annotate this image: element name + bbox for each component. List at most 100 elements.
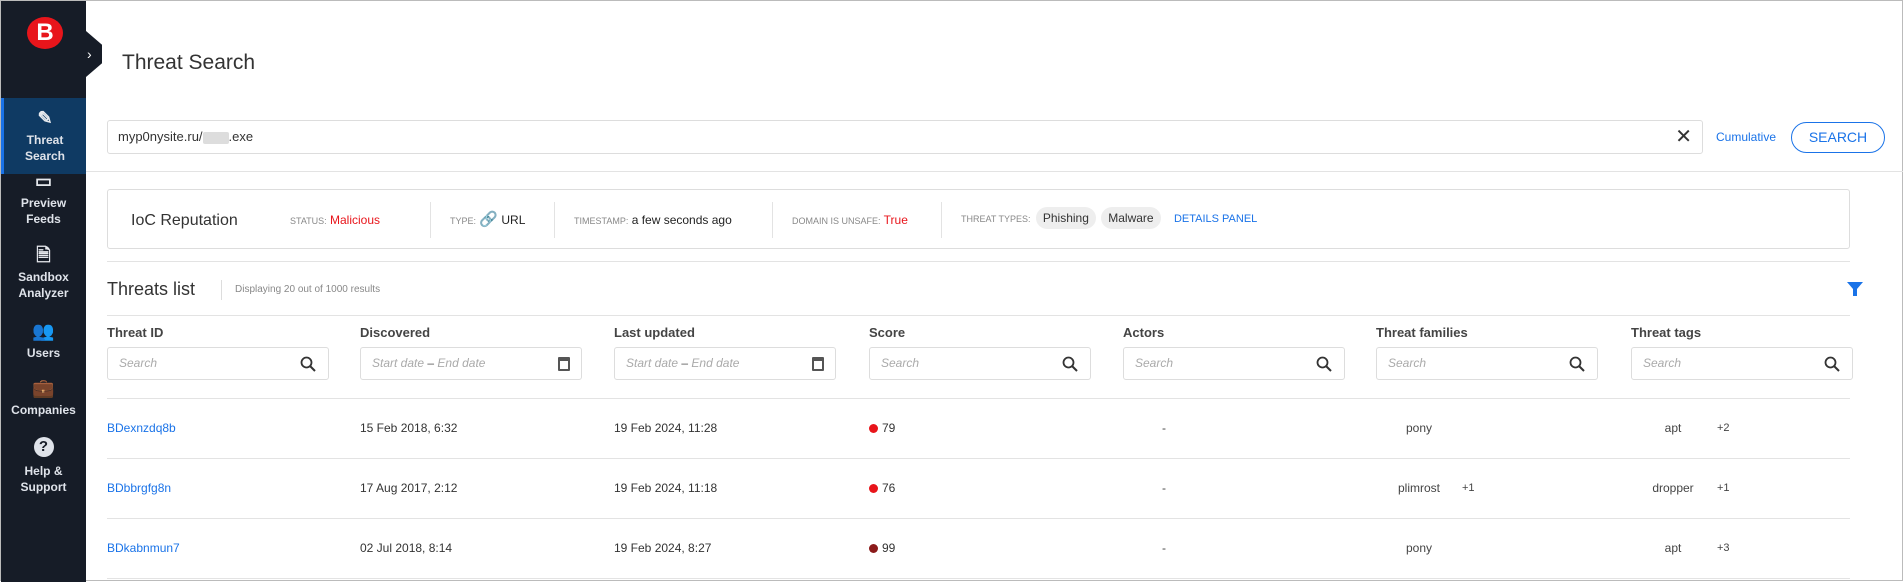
column-header[interactable]: Score: [869, 325, 905, 340]
search-icon[interactable]: [1824, 356, 1840, 372]
domain-value: True: [883, 213, 908, 227]
search-placeholder: Search: [881, 356, 920, 370]
tag-more[interactable]: +1: [1717, 482, 1730, 494]
briefcase-icon: 💼: [32, 378, 55, 398]
sidebar-item-preview-feeds[interactable]: ▭ Preview Feeds: [1, 171, 86, 227]
discovered-cell: 02 Jul 2018, 8:14: [360, 541, 453, 555]
ioc-status: STATUS: Malicious: [290, 212, 380, 229]
date-separator: –: [681, 356, 689, 370]
sidebar-item-users[interactable]: 👥 Users: [1, 321, 86, 361]
ioc-timestamp: TIMESTAMP: a few seconds ago: [574, 212, 732, 229]
sidebar-item-threat-search[interactable]: ✎ Threat Search: [1, 98, 86, 174]
score-value: 99: [882, 541, 896, 555]
sidebar-item-companies[interactable]: 💼 Companies: [1, 378, 86, 418]
threat-id-link[interactable]: BDkabnmun7: [107, 541, 180, 555]
column-search-input[interactable]: Search: [1376, 347, 1598, 380]
score-dot: [869, 484, 878, 493]
search-icon[interactable]: [300, 356, 316, 372]
divider: [107, 398, 1850, 399]
divider: [554, 202, 555, 238]
link-icon: 🔗: [479, 211, 499, 228]
threat-type-chip: Malware: [1101, 207, 1161, 229]
column-header[interactable]: Threat ID: [107, 325, 163, 340]
status-value: Malicious: [330, 213, 381, 227]
cumulative-link[interactable]: Cumulative: [1716, 130, 1776, 144]
brand-logo[interactable]: B: [27, 17, 63, 49]
ioc-threat-types: THREAT TYPES: Phishing Malware DETAILS P…: [961, 207, 1257, 229]
threat-id-link[interactable]: BDexnzdq8b: [107, 421, 176, 435]
threats-list-title: Threats list: [107, 279, 196, 299]
sidebar-item-help-support[interactable]: ? Help & Support: [1, 437, 86, 495]
timestamp-value: a few seconds ago: [631, 213, 732, 227]
search-icon[interactable]: [1569, 356, 1585, 372]
start-date-placeholder: Start date: [626, 356, 679, 370]
sidebar-item-label: Companies: [11, 403, 76, 417]
sidebar-item-label: Sandbox Analyzer: [18, 270, 69, 300]
calendar-icon[interactable]: [812, 357, 824, 371]
folder-icon: ▭: [34, 171, 52, 191]
actors-cell: -: [1162, 541, 1166, 555]
divider: [86, 171, 1903, 172]
column-header[interactable]: Actors: [1123, 325, 1164, 340]
domain-label: DOMAIN IS UNSAFE:: [792, 216, 881, 226]
date-range-input[interactable]: Start date – End date: [360, 347, 582, 380]
divider: [107, 458, 1850, 459]
sidebar-item-label: Threat Search: [24, 133, 66, 163]
threat-type-chip: Phishing: [1035, 207, 1096, 229]
threat-types-label: THREAT TYPES:: [961, 214, 1031, 224]
column-header[interactable]: Threat families: [1376, 325, 1468, 340]
discovered-cell: 15 Feb 2018, 6:32: [360, 421, 458, 435]
search-placeholder: Search: [1388, 356, 1427, 370]
tag-more[interactable]: +3: [1717, 542, 1730, 554]
updated-cell: 19 Feb 2024, 11:18: [614, 481, 718, 495]
search-input[interactable]: myp0nysite.ru/ .exe ✕: [107, 120, 1703, 154]
column-header[interactable]: Threat tags: [1631, 325, 1701, 340]
search-icon[interactable]: [1062, 356, 1078, 372]
actors-cell: -: [1162, 481, 1166, 495]
filter-icon[interactable]: [1847, 281, 1863, 297]
tag-more[interactable]: +2: [1717, 422, 1730, 434]
column-search-input[interactable]: Search: [1631, 347, 1853, 380]
users-icon: 👥: [32, 321, 55, 341]
family-more[interactable]: +1: [1462, 482, 1475, 494]
ioc-domain-unsafe: DOMAIN IS UNSAFE: True: [792, 212, 908, 229]
calendar-icon[interactable]: [558, 357, 570, 371]
divider: [430, 202, 431, 238]
status-label: STATUS:: [290, 216, 327, 226]
divider: [772, 202, 773, 238]
sidebar-item-label: Help & Support: [20, 464, 67, 494]
search-icon[interactable]: [1316, 356, 1332, 372]
search-button[interactable]: SEARCH: [1791, 122, 1885, 153]
updated-cell: 19 Feb 2024, 11:28: [614, 421, 718, 435]
column-search-input[interactable]: Search: [1123, 347, 1345, 380]
divider: [107, 518, 1850, 519]
end-date-placeholder: End date: [691, 356, 740, 370]
sidebar-item-sandbox-analyzer[interactable]: 🗎 Sandbox Analyzer: [1, 246, 86, 301]
column-search-input[interactable]: Search: [869, 347, 1091, 380]
type-value: URL: [501, 213, 526, 227]
column-search-input[interactable]: Search: [107, 347, 329, 380]
column-header[interactable]: Last updated: [614, 325, 695, 340]
document-edit-icon: ✎: [37, 108, 53, 128]
column-header[interactable]: Discovered: [360, 325, 430, 340]
score-cell: 99: [869, 541, 895, 555]
tag-cell: apt: [1664, 541, 1682, 555]
help-icon: ?: [33, 437, 54, 457]
divider: [107, 261, 1850, 262]
score-dot: [869, 544, 878, 553]
close-icon[interactable]: ✕: [1675, 121, 1692, 153]
divider: [107, 315, 1850, 316]
date-range-input[interactable]: Start date – End date: [614, 347, 836, 380]
divider: [941, 202, 942, 238]
search-placeholder: Search: [119, 356, 158, 370]
discovered-cell: 17 Aug 2017, 2:12: [360, 481, 458, 495]
sidebar-expand-toggle[interactable]: ›: [86, 31, 102, 77]
score-cell: 79: [869, 421, 895, 435]
details-panel-link[interactable]: DETAILS PANEL: [1174, 213, 1257, 225]
threat-id-link[interactable]: BDbbrgfg8n: [107, 481, 171, 495]
score-value: 76: [882, 481, 896, 495]
ioc-title: IoC Reputation: [131, 212, 238, 229]
divider: [107, 578, 1850, 579]
timestamp-label: TIMESTAMP:: [574, 216, 629, 226]
sidebar-item-label: Users: [26, 346, 61, 360]
